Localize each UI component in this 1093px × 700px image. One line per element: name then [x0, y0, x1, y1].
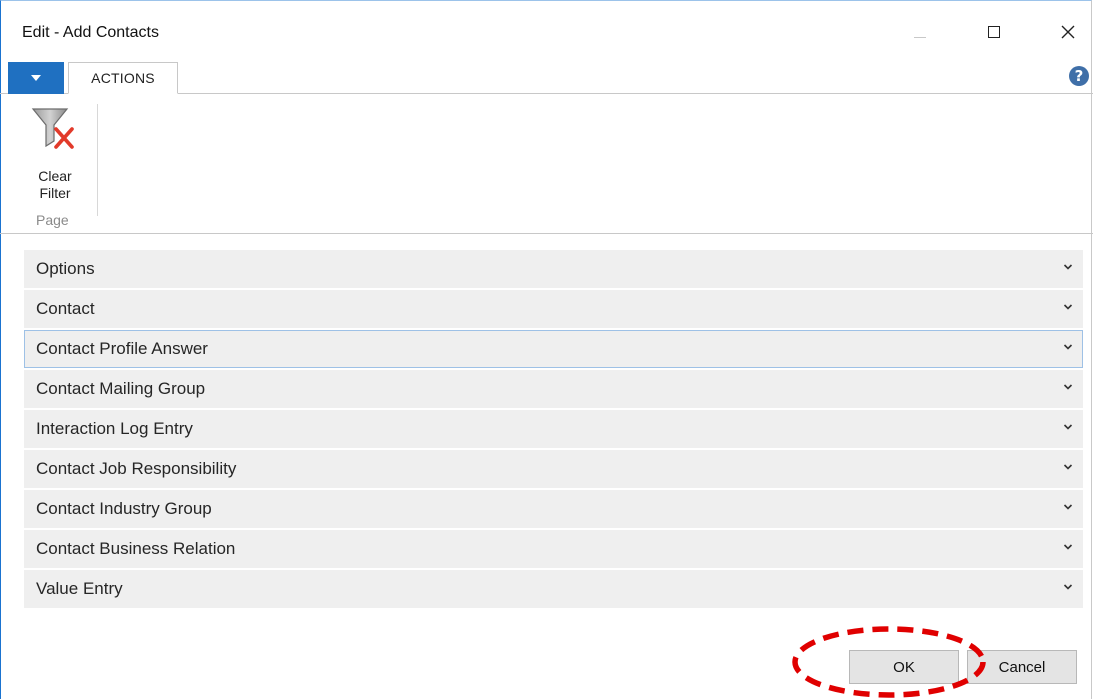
- chevron-down-icon: [1063, 424, 1073, 430]
- window-title: Edit - Add Contacts: [22, 24, 159, 41]
- fasttab-label: Contact: [36, 299, 95, 318]
- ribbon-group-separator: [97, 104, 98, 216]
- fasttab-label: Contact Business Relation: [36, 539, 236, 558]
- chevron-down-icon: [1063, 504, 1073, 510]
- fasttab-label: Contact Job Responsibility: [36, 459, 237, 478]
- close-button[interactable]: [1045, 14, 1091, 50]
- fasttab-contact-business-relation[interactable]: Contact Business Relation: [24, 530, 1083, 568]
- chevron-down-icon: [1063, 264, 1073, 270]
- chevron-down-icon: [1063, 304, 1073, 310]
- fasttab-label: Interaction Log Entry: [36, 419, 193, 438]
- fasttab-label: Value Entry: [36, 579, 123, 598]
- app-menu-button[interactable]: [8, 62, 64, 94]
- fasttab-label: Contact Profile Answer: [36, 339, 208, 358]
- fasttab-contact-mailing-group[interactable]: Contact Mailing Group: [24, 370, 1083, 408]
- fasttab-value-entry[interactable]: Value Entry: [24, 570, 1083, 608]
- minimize-button[interactable]: [897, 14, 943, 50]
- caret-down-icon: [31, 75, 41, 81]
- ok-button[interactable]: OK: [849, 650, 959, 684]
- clear-filter-button[interactable]: Clear Filter: [22, 102, 88, 206]
- clear-filter-icon: [31, 108, 74, 149]
- fasttab-label: Contact Mailing Group: [36, 379, 206, 398]
- fasttab-contact[interactable]: Contact: [24, 290, 1083, 328]
- ribbon-group-label: Page: [36, 212, 69, 228]
- chevron-down-icon: [1063, 464, 1073, 470]
- help-icon[interactable]: ?: [1069, 66, 1089, 86]
- clear-filter-label: Clear Filter: [38, 168, 72, 201]
- cancel-button[interactable]: Cancel: [967, 650, 1077, 684]
- fasttab-contact-profile-answer[interactable]: Contact Profile Answer: [24, 330, 1083, 368]
- fasttab-list: Options Contact Contact Profile Answer C…: [24, 250, 1083, 610]
- maximize-icon: [988, 26, 1000, 38]
- chevron-down-icon: [1063, 584, 1073, 590]
- fasttab-contact-industry-group[interactable]: Contact Industry Group: [24, 490, 1083, 528]
- minimize-icon: [914, 36, 926, 38]
- chevron-down-icon: [1063, 344, 1073, 350]
- ribbon: Clear Filter Page: [0, 94, 1093, 234]
- tab-actions[interactable]: ACTIONS: [68, 62, 178, 94]
- fasttab-label: Contact Industry Group: [36, 499, 212, 518]
- ribbon-tab-row: ACTIONS ?: [0, 62, 1093, 94]
- chevron-down-icon: [1063, 544, 1073, 550]
- chevron-down-icon: [1063, 384, 1073, 390]
- fasttab-contact-job-responsibility[interactable]: Contact Job Responsibility: [24, 450, 1083, 488]
- fasttab-options[interactable]: Options: [24, 250, 1083, 288]
- title-bar: Edit - Add Contacts: [0, 0, 1093, 62]
- fasttab-label: Options: [36, 259, 95, 278]
- fasttab-interaction-log-entry[interactable]: Interaction Log Entry: [24, 410, 1083, 448]
- close-icon: [1061, 25, 1075, 39]
- maximize-button[interactable]: [971, 14, 1017, 50]
